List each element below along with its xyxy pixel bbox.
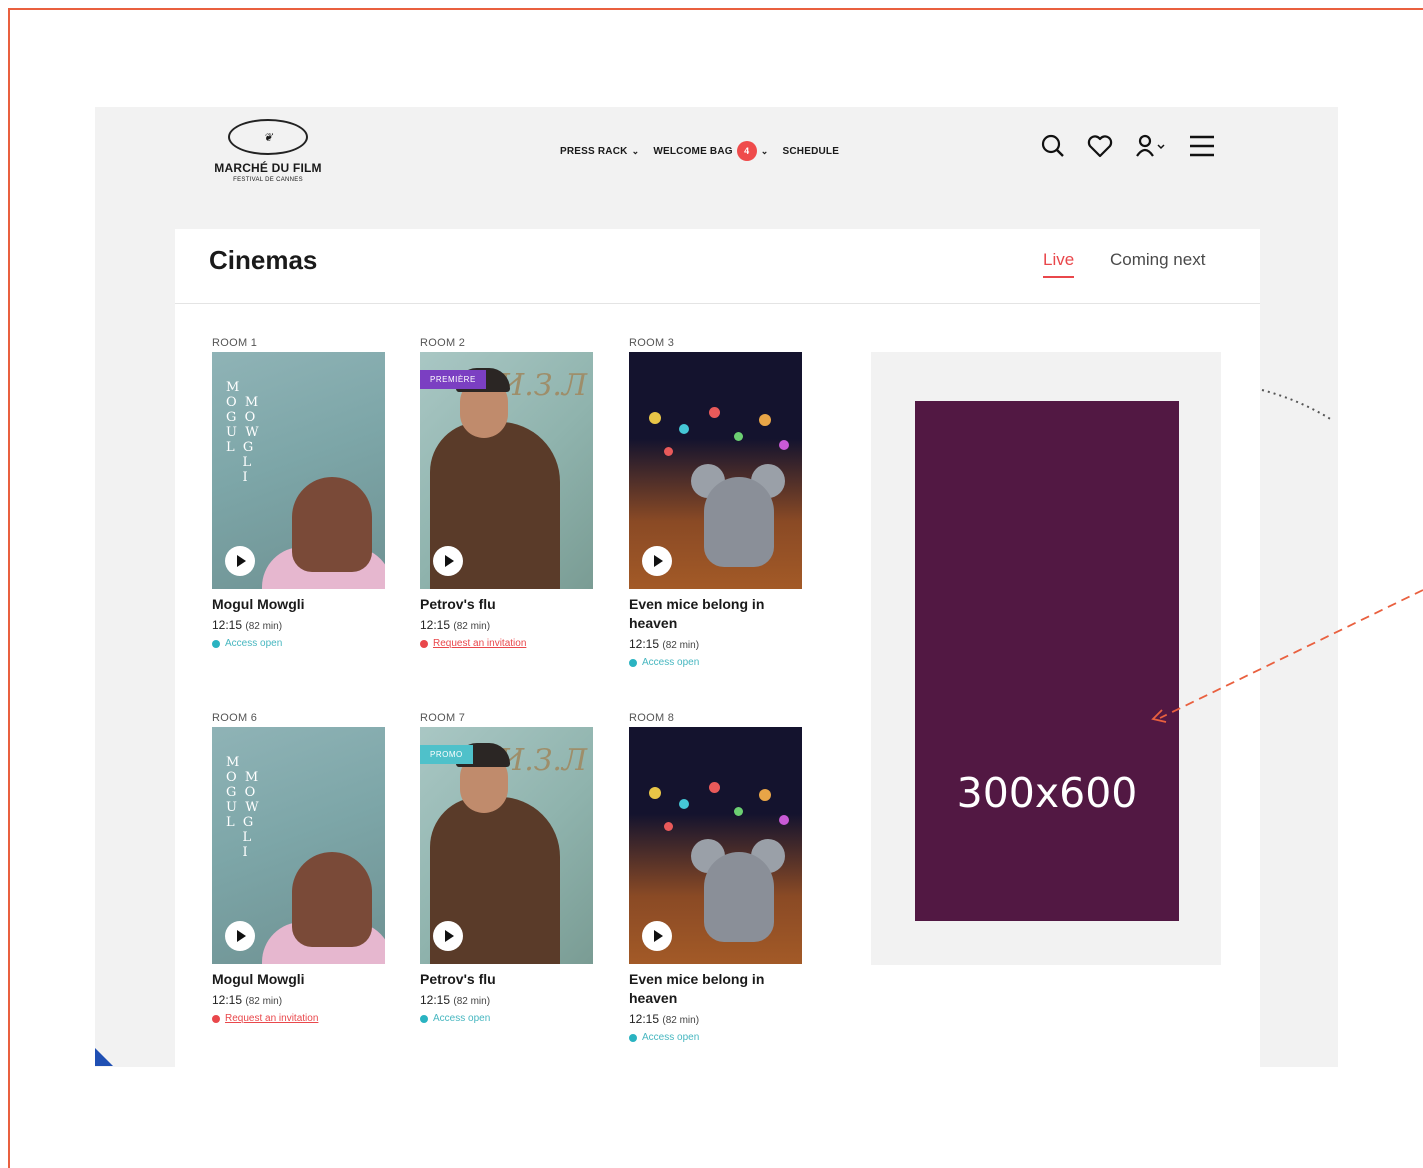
dotted-annotation-line	[1261, 389, 1333, 421]
annotation-arrows	[1151, 389, 1423, 723]
dashed-annotation-arrow	[1159, 589, 1423, 719]
